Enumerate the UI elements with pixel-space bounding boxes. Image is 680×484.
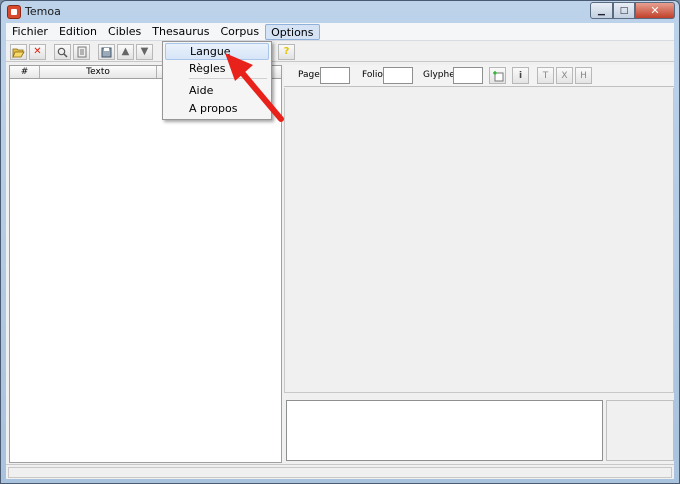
arrow-up-icon[interactable]: ▲ bbox=[117, 44, 134, 60]
menu-fichier[interactable]: Fichier bbox=[7, 24, 53, 40]
column-header-number[interactable]: # bbox=[10, 66, 40, 78]
preview-box bbox=[606, 400, 674, 461]
minimize-button[interactable]: ▁ bbox=[590, 2, 613, 19]
delete-icon[interactable]: ✕ bbox=[29, 44, 46, 60]
annotation-arrow-icon bbox=[225, 53, 284, 122]
add-image-icon[interactable] bbox=[489, 67, 506, 84]
menu-thesaurus[interactable]: Thesaurus bbox=[147, 24, 214, 40]
h-button[interactable]: H bbox=[575, 67, 592, 84]
window-title: Temoa bbox=[25, 5, 61, 18]
app-window: Temoa ▁ □ ✕ Fichier Edition Cibles Thesa… bbox=[0, 0, 680, 484]
transcription-box[interactable] bbox=[286, 400, 603, 461]
title-bar[interactable]: Temoa ▁ □ ✕ bbox=[1, 1, 679, 23]
field-bar: Page Folio Glyphe i T X H bbox=[284, 65, 674, 87]
open-folder-icon[interactable] bbox=[10, 44, 27, 60]
folio-label: Folio bbox=[362, 70, 383, 80]
column-header-texto[interactable]: Texto bbox=[40, 66, 157, 78]
client-area: Fichier Edition Cibles Thesaurus Corpus … bbox=[6, 23, 674, 479]
menu-edition[interactable]: Edition bbox=[54, 24, 102, 40]
arrow-down-icon[interactable]: ▼ bbox=[136, 44, 153, 60]
toolbar: ✕ ▲ ▼ ? bbox=[6, 42, 674, 62]
maximize-button[interactable]: □ bbox=[613, 2, 635, 19]
search-icon[interactable] bbox=[54, 44, 71, 60]
glyphe-label: Glyphe bbox=[423, 70, 455, 80]
status-bar bbox=[6, 464, 674, 479]
menu-bar: Fichier Edition Cibles Thesaurus Corpus … bbox=[6, 23, 674, 41]
save-icon[interactable] bbox=[98, 44, 115, 60]
close-button[interactable]: ✕ bbox=[635, 2, 675, 19]
menu-cibles[interactable]: Cibles bbox=[103, 24, 146, 40]
page-label: Page bbox=[298, 70, 320, 80]
status-cell bbox=[8, 467, 672, 478]
t-button[interactable]: T bbox=[537, 67, 554, 84]
page-input[interactable] bbox=[320, 67, 350, 84]
x-button[interactable]: X bbox=[556, 67, 573, 84]
info-icon[interactable]: i bbox=[512, 67, 529, 84]
glyph-pane: Page Folio Glyphe i T X H bbox=[284, 65, 674, 463]
menu-options[interactable]: Options bbox=[265, 23, 320, 40]
glyphe-input[interactable] bbox=[453, 67, 483, 84]
list-icon[interactable] bbox=[73, 44, 90, 60]
app-logo-icon bbox=[7, 5, 21, 19]
menu-corpus[interactable]: Corpus bbox=[215, 24, 264, 40]
image-view[interactable] bbox=[284, 88, 674, 393]
folio-input[interactable] bbox=[383, 67, 413, 84]
